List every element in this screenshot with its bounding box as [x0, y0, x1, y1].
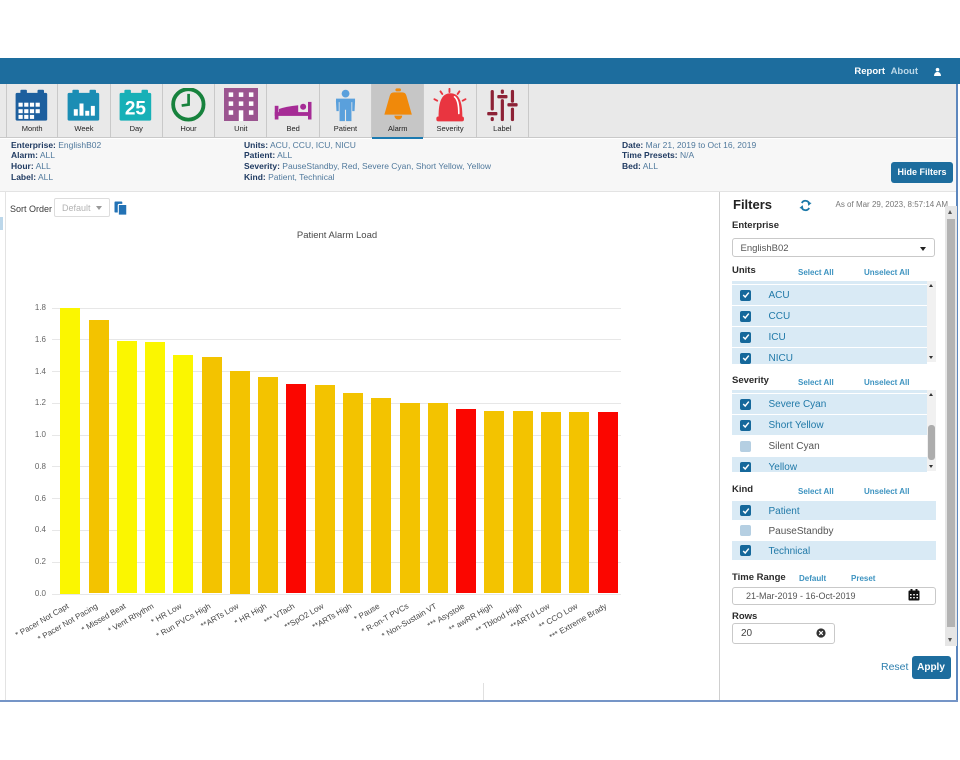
svg-text:25: 25: [125, 99, 147, 120]
